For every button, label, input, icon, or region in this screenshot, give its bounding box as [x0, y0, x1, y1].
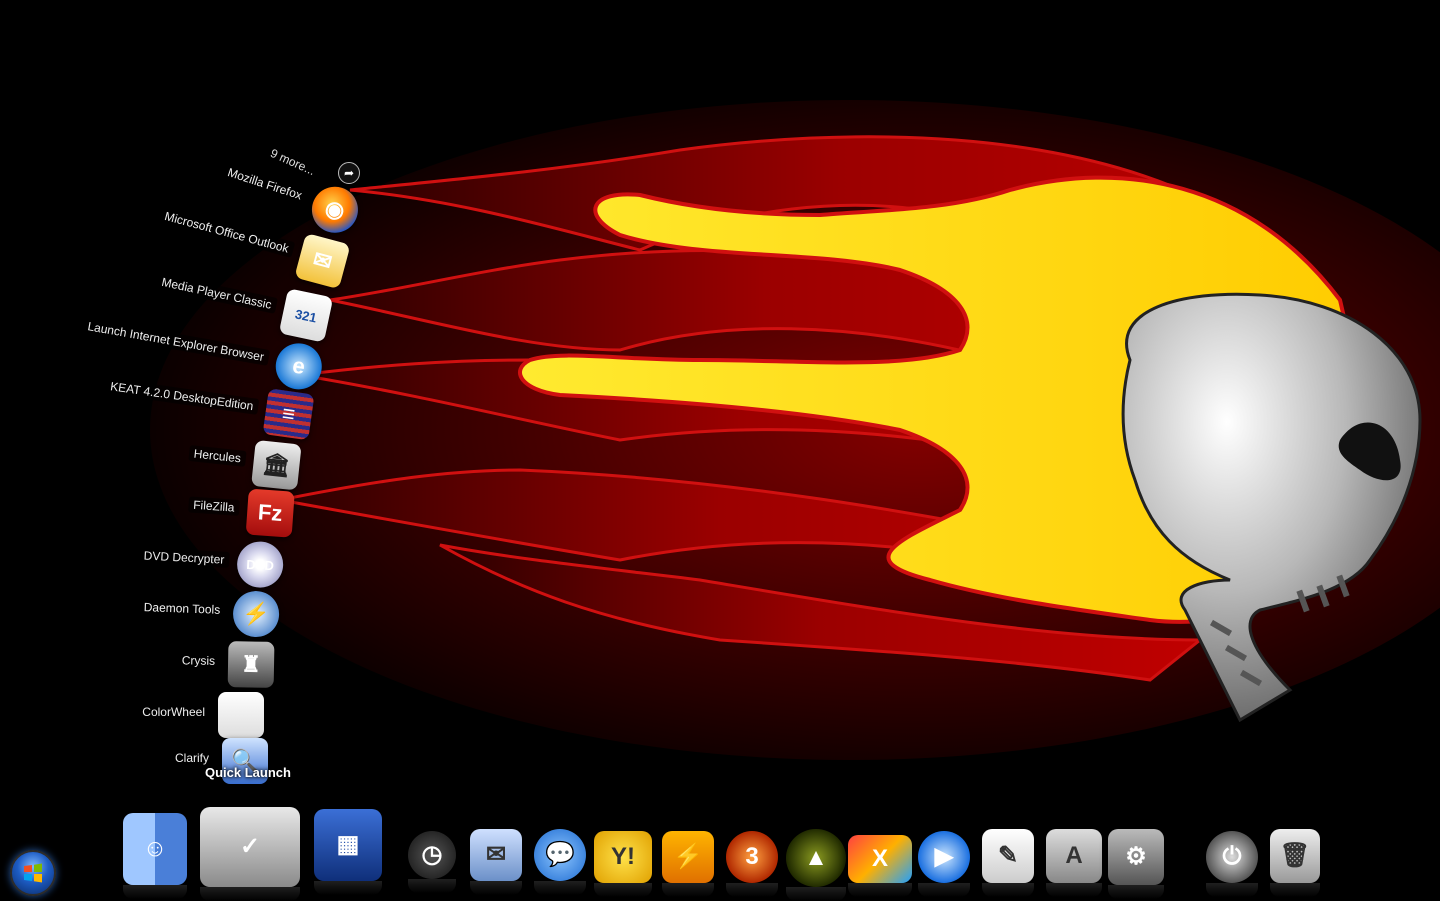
filezilla-icon[interactable]: Fz — [245, 488, 295, 538]
windows-start-orb-icon[interactable] — [10, 850, 56, 896]
stack-item-label[interactable]: ColorWheel — [137, 704, 210, 720]
dock-icon-reflection — [786, 887, 846, 901]
keat-icon[interactable]: ≡ — [262, 388, 315, 441]
dashboard-icon[interactable]: ◷ — [408, 831, 456, 893]
hercules-glyph: 🏛 — [261, 450, 292, 479]
dock-icon-reflection — [1108, 885, 1164, 899]
hercules-icon[interactable]: 🏛 — [251, 439, 302, 491]
stack-item-label[interactable]: FileZilla — [187, 496, 241, 516]
text-edit-glyph: ✎ — [997, 842, 1019, 869]
dock-icon-reflection — [848, 883, 912, 897]
dock-icon-reflection — [918, 883, 970, 897]
stack-item-document[interactable]: ColorWheel — [0, 692, 268, 742]
stack-item-label[interactable]: Daemon Tools — [138, 598, 226, 618]
mail-glyph: ✉ — [485, 841, 507, 868]
nero-glyph: 3 — [745, 843, 759, 870]
media-player-classic-glyph: 321 — [293, 305, 319, 326]
dock-icon-reflection — [1270, 883, 1320, 897]
windows-logo-icon — [24, 863, 42, 883]
winamp-icon[interactable]: ⚡ — [662, 831, 714, 897]
finder-glyph: ☺ — [142, 835, 168, 862]
stack-item-label[interactable]: DVD Decrypter — [138, 547, 230, 568]
yahoo-messenger-icon[interactable]: Y! — [594, 831, 652, 897]
dock-icon-reflection — [726, 883, 778, 897]
text-edit-icon[interactable]: ✎ — [982, 829, 1034, 897]
trash-glyph: 🗑 — [1279, 842, 1311, 869]
keat-glyph: ≡ — [280, 400, 297, 428]
dashboard-glyph: ◷ — [421, 841, 443, 868]
spaces-glyph: ▦ — [336, 831, 360, 858]
ichat-icon[interactable]: 💬 — [534, 829, 586, 895]
media-play-icon[interactable]: ▶ — [918, 831, 970, 897]
x-app-glyph: X — [871, 845, 888, 872]
internet-explorer-icon[interactable]: e — [272, 339, 326, 393]
alienware-glyph: ▲ — [804, 844, 828, 871]
daemon-tools-glyph: ⚡ — [241, 600, 271, 627]
dock-icon-reflection — [982, 883, 1034, 897]
dock: ☺ ✓ ▦ ◷ ✉ 💬 Y! ⚡ 3 ▲ X ▶ ✎ A ⚙ ⏻ 🗑 — [0, 795, 1440, 901]
stack-item-crysis[interactable]: Crysis ♜ — [0, 636, 278, 692]
stack-item-clarify[interactable]: Clarify 🔍 — [0, 738, 272, 788]
applications-folder-icon[interactable]: ✓ — [200, 807, 300, 901]
dock-icon-reflection — [470, 881, 522, 895]
dock-icon-reflection — [1046, 883, 1102, 897]
stack-item-label[interactable]: Crysis — [176, 652, 221, 669]
spaces-icon[interactable]: ▦ — [314, 809, 382, 895]
nero-icon[interactable]: 3 — [726, 831, 778, 897]
dock-icon-reflection — [594, 883, 652, 897]
system-preferences-icon[interactable]: ⚙ — [1108, 829, 1164, 899]
dock-icon-reflection — [534, 881, 586, 895]
dock-icon-reflection — [1206, 883, 1258, 897]
winamp-glyph: ⚡ — [673, 843, 703, 870]
alienware-icon[interactable]: ▲ — [786, 829, 846, 901]
crysis-icon[interactable]: ♜ — [227, 641, 275, 688]
mail-icon[interactable]: ✉ — [470, 829, 522, 895]
filezilla-glyph: Fz — [257, 499, 284, 526]
firefox-glyph: ◉ — [322, 194, 349, 225]
power-glyph: ⏻ — [1222, 843, 1242, 870]
dock-icon-reflection — [314, 881, 382, 895]
app-store-glyph: A — [1065, 842, 1083, 869]
dock-icon-reflection — [408, 879, 456, 893]
stack-item-label[interactable]: KEAT 4.2.0 DesktopEdition — [104, 377, 260, 415]
dvd-icon[interactable]: DVD — [235, 540, 285, 589]
finder-icon[interactable]: ☺ — [123, 813, 187, 899]
power-icon[interactable]: ⏻ — [1206, 831, 1258, 897]
stack-item-daemon-tools[interactable]: Daemon Tools ⚡ — [0, 581, 284, 642]
x-app-icon[interactable]: X — [848, 835, 912, 897]
stack-item-label[interactable]: Hercules — [187, 445, 247, 467]
dock-icon-reflection — [200, 887, 300, 901]
system-preferences-glyph: ⚙ — [1125, 843, 1147, 870]
applications-folder-glyph: ✓ — [239, 833, 261, 860]
media-play-glyph: ▶ — [934, 843, 954, 870]
trash-icon[interactable]: 🗑 — [1270, 829, 1320, 897]
app-store-icon[interactable]: A — [1046, 829, 1102, 897]
crysis-glyph: ♜ — [240, 651, 262, 677]
outlook-glyph: ✉ — [310, 246, 335, 276]
daemon-tools-icon[interactable]: ⚡ — [232, 590, 280, 638]
dock-icon-reflection — [662, 883, 714, 897]
dock-icon-reflection — [123, 885, 187, 899]
stack-item-label[interactable]: Clarify — [169, 750, 214, 766]
dvd-glyph: DVD — [246, 556, 275, 573]
arrow-icon[interactable]: ➦ — [338, 162, 360, 184]
media-player-classic-icon[interactable]: 321 — [278, 288, 334, 343]
stack-title: Quick Launch — [205, 765, 291, 780]
document-icon[interactable] — [218, 692, 264, 738]
ichat-glyph: 💬 — [545, 841, 575, 868]
yahoo-messenger-glyph: Y! — [611, 843, 635, 870]
internet-explorer-glyph: e — [290, 352, 308, 380]
